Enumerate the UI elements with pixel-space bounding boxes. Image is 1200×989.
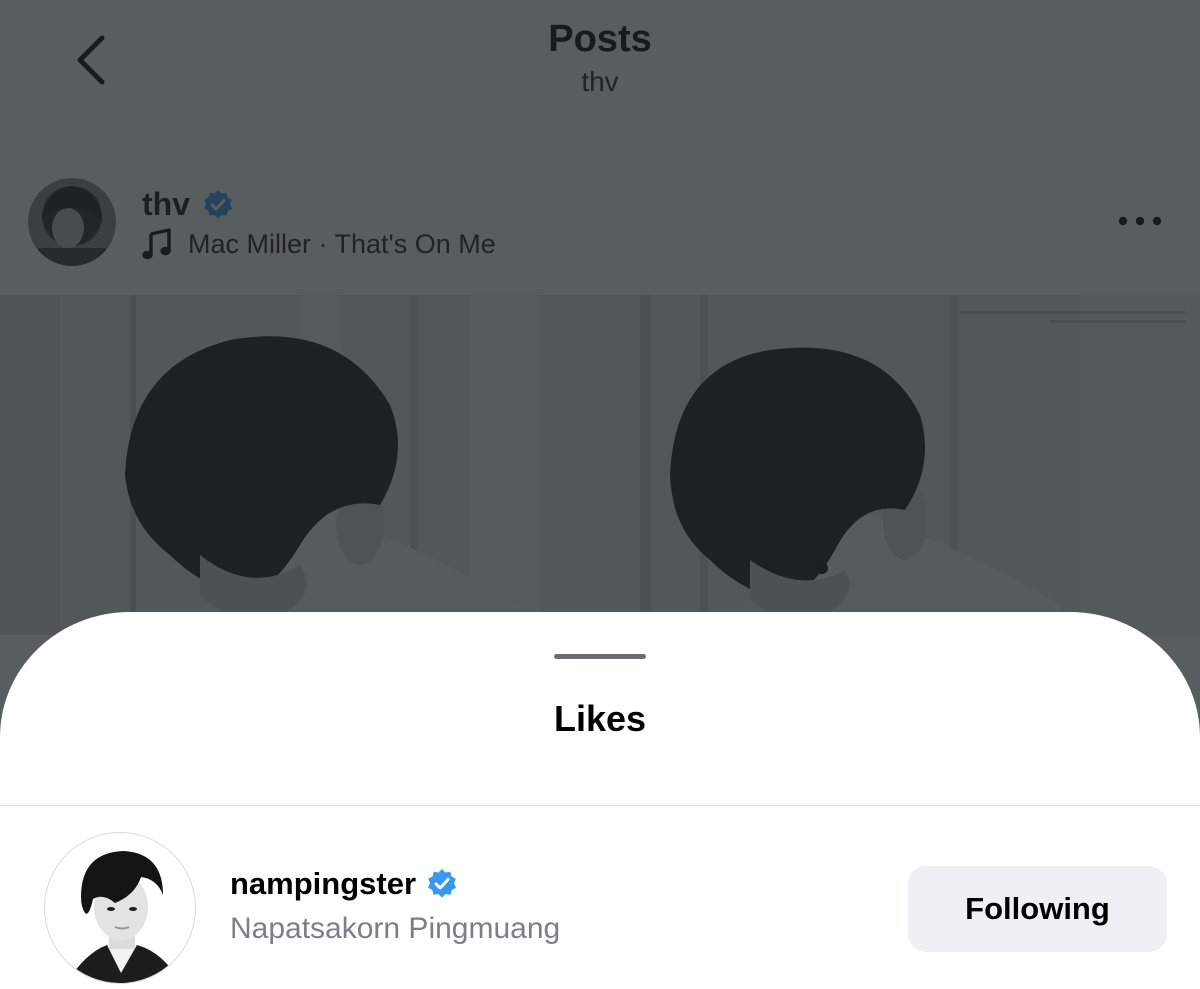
page-title: Posts bbox=[548, 18, 652, 60]
verified-badge-icon bbox=[428, 869, 457, 898]
liker-full-name: Napatsakorn Pingmuang bbox=[230, 912, 561, 945]
page-subtitle: thv bbox=[581, 66, 619, 97]
avatar[interactable] bbox=[44, 832, 196, 984]
post-header: thv Mac Miller · That's On Me bbox=[0, 150, 1200, 295]
list-item[interactable]: nampingster Napatsakorn Pingmuang Follow… bbox=[0, 828, 1200, 989]
verified-badge-icon bbox=[204, 189, 232, 218]
top-navigation-bar: Posts thv bbox=[0, 0, 1200, 150]
following-button[interactable]: Following bbox=[908, 866, 1167, 952]
divider bbox=[0, 805, 1200, 806]
likes-bottom-sheet: Likes nampingster Napatsakorn Pingmuang … bbox=[0, 612, 1200, 989]
sheet-grab-handle[interactable] bbox=[554, 654, 646, 659]
more-horizontal-icon bbox=[1118, 216, 1162, 226]
music-attribution[interactable]: Mac Miller · That's On Me bbox=[142, 228, 496, 260]
author-name-line: thv bbox=[142, 186, 234, 223]
sheet-title: Likes bbox=[553, 698, 647, 739]
liker-username-line: nampingster bbox=[230, 866, 458, 902]
post-photo[interactable] bbox=[0, 295, 1200, 635]
author-avatar[interactable] bbox=[28, 178, 116, 266]
author-username[interactable]: thv bbox=[142, 186, 190, 223]
instagram-post-screen: Posts thv thv Mac Miller · That's On Me … bbox=[0, 0, 1200, 989]
liker-username[interactable]: nampingster bbox=[230, 866, 416, 902]
music-track-label: Mac Miller · That's On Me bbox=[188, 228, 496, 259]
music-note-icon bbox=[142, 228, 171, 260]
more-options-button[interactable] bbox=[1110, 206, 1170, 236]
